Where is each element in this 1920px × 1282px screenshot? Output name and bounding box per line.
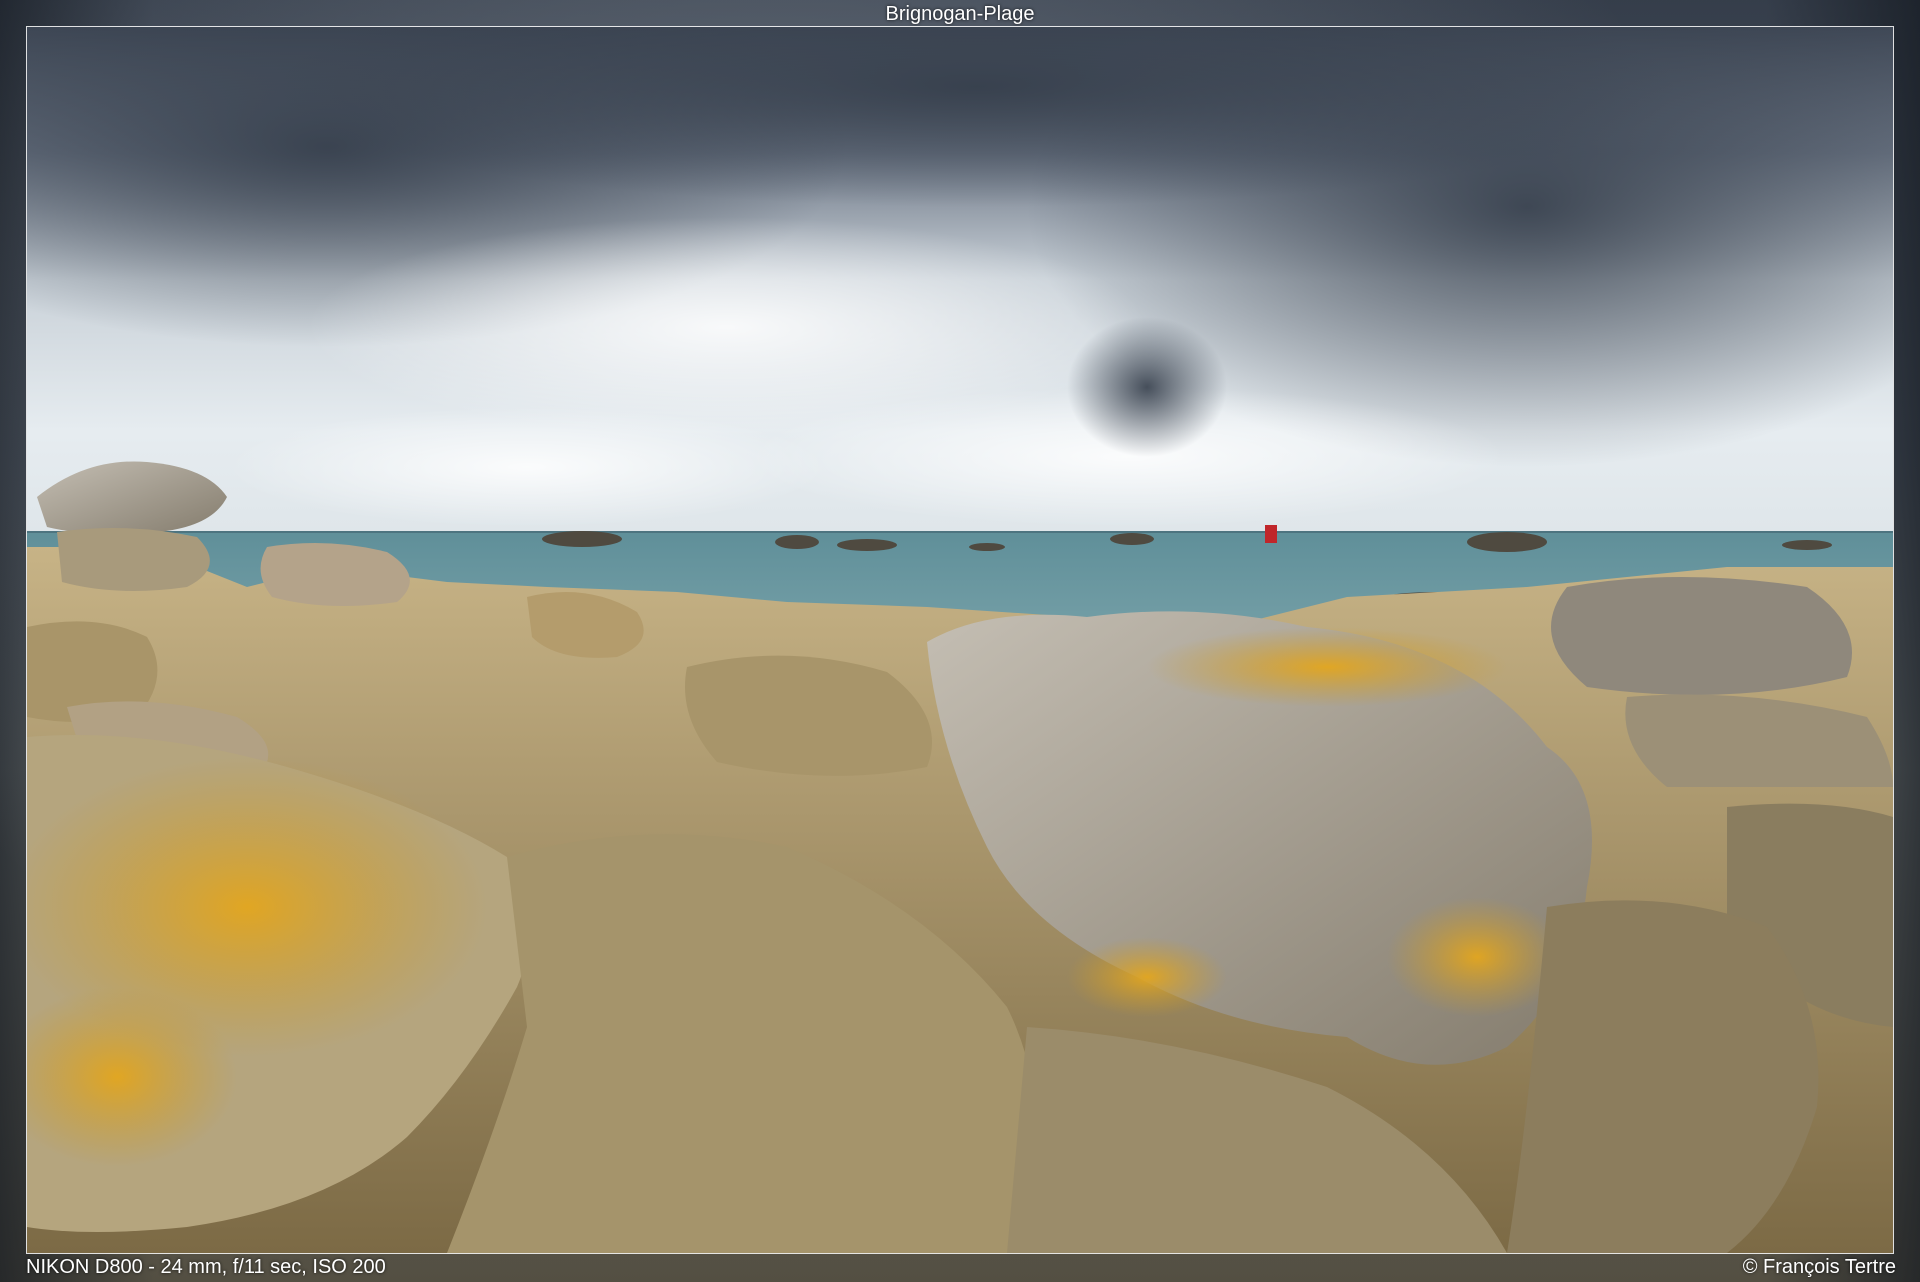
- exif-caption: NIKON D800 - 24 mm, f/11 sec, ISO 200: [26, 1256, 386, 1278]
- photo-credit: © François Tertre: [1742, 1256, 1896, 1278]
- boulder: [1551, 577, 1852, 695]
- red-beacon: [1265, 525, 1277, 543]
- rock-slab: [1507, 900, 1819, 1253]
- landscape-photo: [26, 26, 1894, 1254]
- photo-illustration: [27, 27, 1893, 1253]
- boulder: [260, 543, 410, 606]
- boulder: [57, 528, 210, 591]
- storm-cloud: [1067, 317, 1227, 457]
- white-cloud: [227, 407, 827, 527]
- photo-title: Brignogan-Plage: [885, 3, 1035, 25]
